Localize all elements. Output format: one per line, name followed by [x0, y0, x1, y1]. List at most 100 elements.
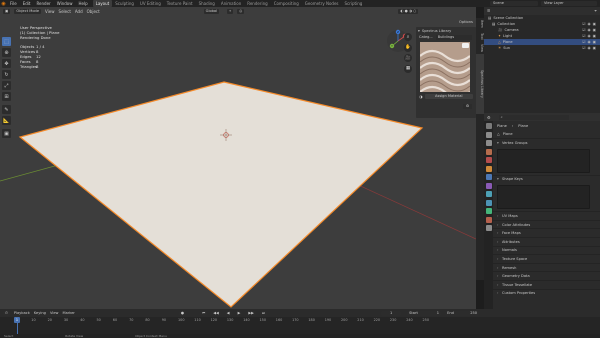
section-face-maps[interactable]: › Face Maps — [484, 228, 600, 237]
menu-file[interactable]: File — [7, 0, 20, 7]
camera-render-icon[interactable]: ▣ — [593, 46, 596, 50]
workspace-tab-geometry-nodes[interactable]: Geometry Nodes — [302, 0, 342, 7]
checkbox-icon[interactable]: ☑ — [582, 46, 585, 50]
workspace-tab-compositing[interactable]: Compositing — [271, 0, 302, 7]
shape-keys-list[interactable] — [497, 185, 590, 210]
editor-type-button[interactable]: ▣ — [3, 8, 11, 14]
eye-icon[interactable]: ◉ — [587, 22, 590, 26]
checkbox-icon[interactable]: ☑ — [582, 40, 585, 44]
timeline-menu-marker[interactable]: Marker — [62, 311, 74, 315]
properties-search-input[interactable]: ⌕ — [498, 114, 569, 120]
filter-icon[interactable]: ⏷ — [594, 9, 597, 13]
section-normals[interactable]: › Normals — [484, 245, 600, 255]
tab-tool[interactable]: Tool — [476, 30, 484, 42]
end-frame-field[interactable]: End 250 — [445, 310, 480, 316]
output-props-icon[interactable] — [485, 140, 492, 146]
workspace-tab-animation[interactable]: Animation — [218, 0, 244, 7]
workspace-tab-layout[interactable]: Layout — [92, 0, 113, 7]
transform-tool-icon[interactable]: ⊞ — [2, 92, 11, 101]
viewport-menu-object[interactable]: Object — [87, 9, 100, 14]
visibility-toggles[interactable]: ☑ ◉ ▣ — [582, 22, 596, 26]
mode-dropdown[interactable]: Object Mode — [14, 8, 42, 14]
annotate-tool-icon[interactable]: ✎ — [2, 105, 11, 114]
collapse-arrow-icon[interactable]: ▾ — [418, 29, 420, 33]
options-button[interactable]: Options — [459, 20, 473, 24]
section-attributes[interactable]: › Attributes — [484, 236, 600, 246]
eye-icon[interactable]: ◉ — [587, 34, 590, 38]
section-tissue-tessellate[interactable]: › Tissue Tessellate — [484, 279, 600, 289]
zoom-icon[interactable]: ⌕ — [404, 33, 412, 41]
category-dropdown[interactable]: Buildings — [435, 34, 472, 40]
transform-orientation-dropdown[interactable]: Global — [203, 8, 220, 14]
assign-material-button[interactable]: Assign Material — [424, 94, 473, 99]
section-shape-keys[interactable]: ▾ Shape Keys — [484, 174, 600, 184]
snap-button[interactable]: ⌖ — [227, 8, 234, 14]
menu-render[interactable]: Render — [33, 0, 53, 7]
current-frame-field[interactable]: 1 — [381, 310, 402, 316]
physics-props-icon[interactable] — [485, 191, 492, 197]
tool-props-icon[interactable] — [485, 123, 492, 129]
jump-end-button[interactable]: ⏭ — [259, 310, 268, 316]
camera-view-icon[interactable]: 🎥 — [404, 54, 412, 62]
play-reverse-button[interactable]: ◀ — [224, 310, 232, 316]
scene-selector[interactable]: Scene — [490, 1, 538, 6]
texture-props-icon[interactable] — [485, 225, 492, 231]
menu-edit[interactable]: Edit — [20, 0, 34, 7]
play-button[interactable]: ▶ — [235, 310, 243, 316]
select-box-tool-icon[interactable]: ⬚ — [2, 37, 11, 46]
blender-logo-icon[interactable]: ◉ — [0, 1, 7, 7]
menu-help[interactable]: Help — [75, 0, 90, 7]
timeline-menu-view[interactable]: View — [50, 311, 59, 315]
settings-icon[interactable]: ⚙ — [463, 104, 472, 109]
pan-hand-icon[interactable]: ✋ — [404, 43, 412, 52]
grid-icon[interactable]: ▦ — [404, 64, 412, 73]
object-props-icon[interactable] — [485, 165, 492, 172]
visibility-toggles[interactable]: ☑ ◉ ▣ — [582, 34, 596, 38]
start-frame-field[interactable]: Start 1 — [407, 310, 442, 316]
next-keyframe-button[interactable]: ▶▶ — [246, 310, 256, 316]
shading-modes[interactable]: ◐ ● ◑ ○ — [398, 8, 419, 14]
properties-editor-icon[interactable]: ⚙ — [487, 115, 491, 120]
plane-object[interactable] — [18, 81, 424, 308]
visibility-toggles[interactable]: ☑ ◉ ▣ — [582, 40, 596, 44]
viewport-menu-select[interactable]: Select — [59, 9, 71, 14]
section-uv-maps[interactable]: › UV Maps — [484, 211, 600, 220]
tab-spectrus-library[interactable]: Spectrus Library — [476, 54, 484, 114]
view-layer-selector[interactable]: View Layer — [541, 1, 597, 6]
tab-view[interactable]: View — [476, 42, 484, 54]
camera-render-icon[interactable]: ▣ — [593, 22, 596, 26]
viewport-menu-view[interactable]: View — [45, 9, 55, 14]
jump-start-button[interactable]: ⏮ — [200, 310, 208, 316]
section-vertex-groups[interactable]: ▾ Vertex Groups — [484, 138, 600, 147]
vertex-groups-list[interactable] — [497, 148, 590, 173]
visibility-toggles[interactable]: ☑ ◉ ▣ — [582, 46, 596, 50]
tab-item[interactable]: Item — [476, 18, 484, 30]
timeline-editor-icon[interactable]: ⏱ — [3, 310, 10, 316]
section-texture-space[interactable]: › Texture Space — [484, 254, 600, 263]
workspace-tab-uv-editing[interactable]: UV Editing — [137, 0, 164, 7]
material-preview-thumbnail[interactable] — [420, 42, 470, 92]
proportional-edit-button[interactable]: ◎ — [237, 8, 245, 14]
visibility-toggles[interactable]: ☑ ◉ ▣ — [582, 28, 596, 32]
constraints-props-icon[interactable] — [485, 199, 492, 206]
cursor-tool-icon[interactable]: ⊕ — [2, 48, 11, 57]
frame-ruler[interactable]: 0102030405060708090100110120130140150160… — [0, 317, 476, 323]
section-geometry-data[interactable]: › Geometry Data — [484, 271, 600, 280]
workspace-tab-rendering[interactable]: Rendering — [244, 0, 270, 7]
outliner-editor-icon[interactable]: ☰ — [487, 9, 490, 13]
eye-icon[interactable]: ◉ — [587, 28, 590, 32]
rotate-tool-icon[interactable]: ↻ — [2, 70, 11, 79]
workspace-tab-sculpting[interactable]: Sculpting — [112, 0, 137, 7]
render-props-icon[interactable] — [485, 131, 492, 138]
section-remesh[interactable]: › Remesh — [484, 262, 600, 272]
workspace-tab-scripting[interactable]: Scripting — [342, 0, 366, 7]
section-custom-properties[interactable]: › Custom Properties — [484, 288, 600, 298]
move-tool-icon[interactable]: ✥ — [2, 59, 11, 68]
mesh-data-props-icon[interactable] — [485, 208, 492, 214]
particles-props-icon[interactable] — [485, 182, 492, 189]
timeline-menu-keying[interactable]: Keying — [34, 311, 46, 315]
mesh-data-selector[interactable]: △ Plane — [484, 130, 600, 138]
mesh-name-field[interactable]: Plane — [503, 132, 513, 136]
workspace-tab-shading[interactable]: Shading — [196, 0, 218, 7]
modifier-props-icon[interactable] — [485, 174, 492, 180]
